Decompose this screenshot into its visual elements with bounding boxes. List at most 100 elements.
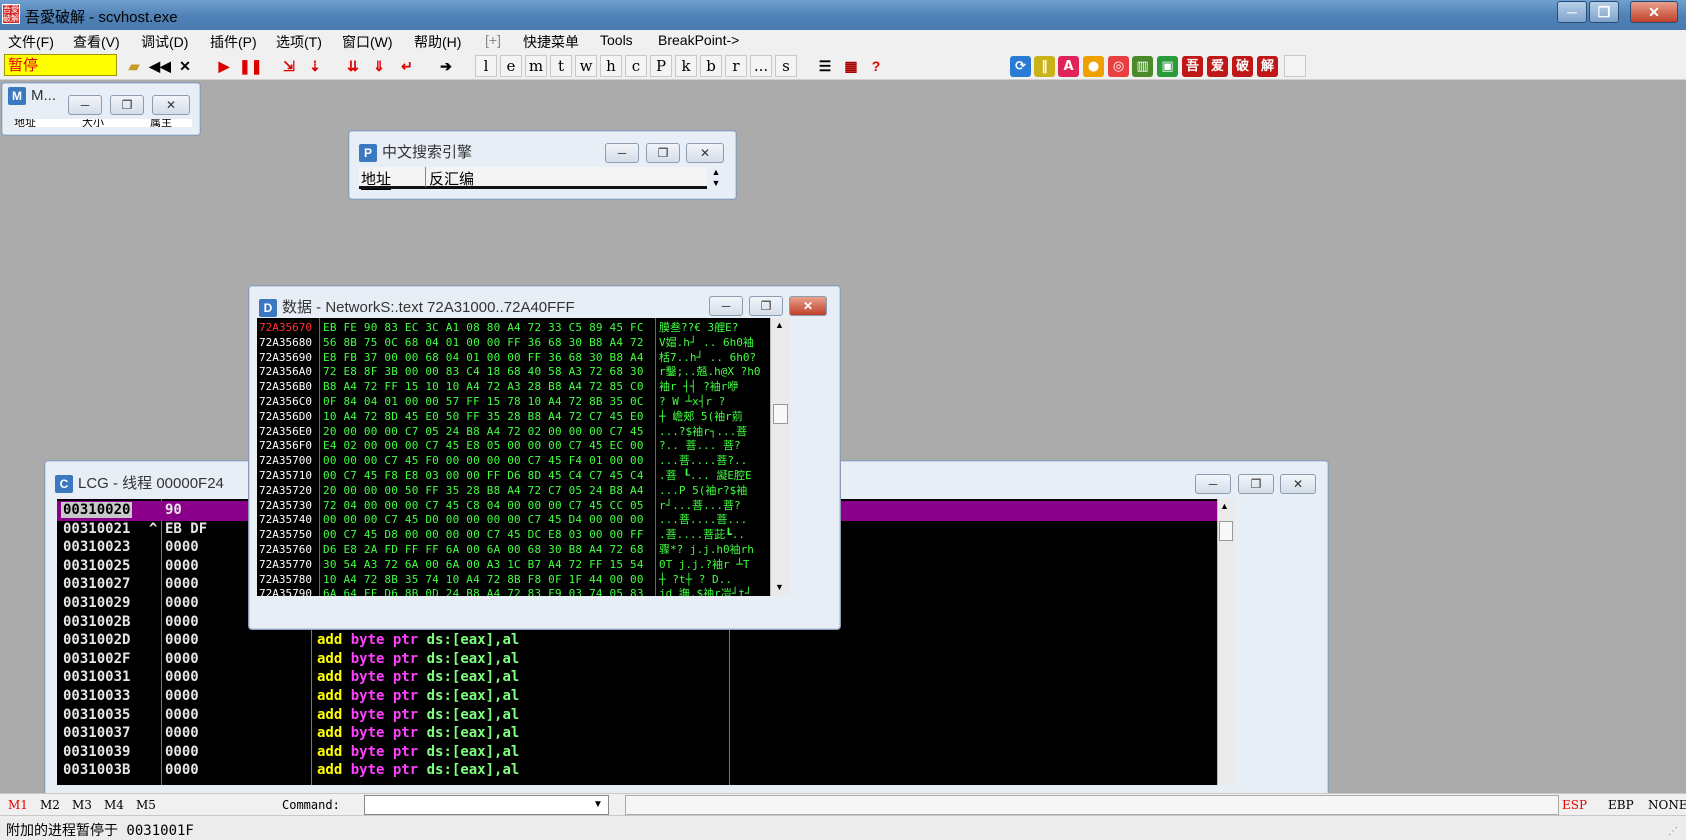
cpu-scrollbar[interactable]: ▲ bbox=[1217, 499, 1235, 785]
dump-row[interactable]: 72A35730 72 04 00 00 00 C7 45 C8 04 00 00… bbox=[257, 498, 770, 513]
search-close-button[interactable]: ✕ bbox=[686, 143, 724, 163]
close-process-icon[interactable]: ✕ bbox=[174, 55, 196, 77]
run-icon[interactable]: ▶ bbox=[213, 55, 235, 77]
toolbar-executables-button[interactable]: e bbox=[500, 55, 522, 77]
toolbar-source-button[interactable]: s bbox=[775, 55, 797, 77]
disassembly-row[interactable]: 0031002F 0000 add byte ptr ds:[eax],al bbox=[57, 650, 1217, 670]
toolbar-blank-button[interactable] bbox=[1284, 55, 1306, 77]
dump-row[interactable]: 72A35710 00 C7 45 F8 E8 03 00 00 FF D6 8D… bbox=[257, 468, 770, 483]
dump-row[interactable]: 72A35750 00 C7 45 D8 00 00 00 00 C7 45 DC… bbox=[257, 527, 770, 542]
rewind-icon[interactable]: ◀◀ bbox=[149, 55, 171, 77]
target-icon[interactable]: ◎ bbox=[1108, 56, 1129, 77]
toolbar-memory-button[interactable]: m bbox=[525, 55, 547, 77]
ai-icon[interactable]: 爱 bbox=[1207, 56, 1228, 77]
menu-plugins[interactable]: 插件(P) bbox=[210, 32, 257, 52]
toolbar-windows-button[interactable]: w bbox=[575, 55, 597, 77]
disassembly-row[interactable]: 00310037 0000 add byte ptr ds:[eax],al bbox=[57, 724, 1217, 744]
wu-icon[interactable]: 吾 bbox=[1182, 56, 1203, 77]
memory-minimize-button[interactable]: ─ bbox=[68, 95, 102, 115]
menu-file[interactable]: 文件(F) bbox=[8, 32, 54, 52]
toolbar-references-button[interactable]: r bbox=[725, 55, 747, 77]
menu-shortcuts[interactable]: 快捷菜单 bbox=[523, 32, 579, 52]
menu-debug[interactable]: 调试(D) bbox=[141, 32, 188, 52]
disassembly-row[interactable]: 0031003B 0000 add byte ptr ds:[eax],al bbox=[57, 761, 1217, 781]
dump-row[interactable]: 72A356D0 10 A4 72 8D 45 E0 50 FF 35 28 B8… bbox=[257, 409, 770, 424]
window-icon[interactable]: ▣ bbox=[1157, 56, 1178, 77]
memory-window[interactable]: M M... ─ ❐ ✕ 地址 大小 属主 bbox=[1, 82, 201, 136]
scroll-down-icon[interactable]: ▼ bbox=[775, 582, 784, 592]
open-file-icon[interactable]: ▰ bbox=[123, 55, 145, 77]
dump-window[interactable]: D 数据 - NetworkS:.text 72A31000..72A40FFF … bbox=[248, 285, 841, 630]
dump-row[interactable]: 72A35690 E8 FB 37 00 00 68 04 01 00 00 FF… bbox=[257, 350, 770, 365]
menu-breakpoint[interactable]: BreakPoint-> bbox=[658, 32, 739, 48]
disassembly-row[interactable]: 00310031 0000 add byte ptr ds:[eax],al bbox=[57, 668, 1217, 688]
step-over-icon[interactable]: ⇣ bbox=[304, 55, 326, 77]
memory-maximize-button[interactable]: ❐ bbox=[110, 95, 144, 115]
step-into-icon[interactable]: ⇲ bbox=[278, 55, 300, 77]
goto-icon[interactable]: ➔ bbox=[435, 55, 457, 77]
refresh-icon[interactable]: ⟳ bbox=[1010, 56, 1031, 77]
resize-grip-icon[interactable]: ⋰ bbox=[1668, 826, 1678, 837]
pause-plugin-icon[interactable]: ‖ bbox=[1034, 56, 1055, 77]
letter-a-icon[interactable]: A bbox=[1058, 56, 1079, 77]
memory-close-button[interactable]: ✕ bbox=[152, 95, 190, 115]
dump-row[interactable]: 72A35680 56 8B 75 0C 68 04 01 00 00 FF 36… bbox=[257, 335, 770, 350]
execute-till-return-icon[interactable]: ↵ bbox=[396, 55, 418, 77]
menu-window[interactable]: 窗口(W) bbox=[342, 32, 393, 52]
dump-row[interactable]: 72A35780 10 A4 72 8B 35 74 10 A4 72 8B F8… bbox=[257, 572, 770, 587]
trace-into-icon[interactable]: ⇊ bbox=[342, 55, 364, 77]
jie-icon[interactable]: 解 bbox=[1257, 56, 1278, 77]
search-maximize-button[interactable]: ❐ bbox=[646, 143, 680, 163]
close-button[interactable]: ✕ bbox=[1630, 1, 1678, 23]
record-icon[interactable]: ● bbox=[1083, 56, 1104, 77]
toolbar-cpu-button[interactable]: c bbox=[625, 55, 647, 77]
minimize-button[interactable]: ─ bbox=[1557, 1, 1587, 23]
toolbar-handles-button[interactable]: h bbox=[600, 55, 622, 77]
disassembly-row[interactable]: 00310035 0000 add byte ptr ds:[eax],al bbox=[57, 706, 1217, 726]
toolbar-run-trace-button[interactable]: ... bbox=[750, 55, 772, 77]
menu-options[interactable]: 选项(T) bbox=[276, 32, 322, 52]
po-icon[interactable]: 破 bbox=[1232, 56, 1253, 77]
menu-tools[interactable]: Tools bbox=[600, 32, 633, 48]
list-icon[interactable]: ☰ bbox=[814, 55, 836, 77]
dump-minimize-button[interactable]: ─ bbox=[709, 296, 743, 316]
m1-tab[interactable]: M1 bbox=[8, 798, 28, 812]
toolbar-breakpoints-button[interactable]: b bbox=[700, 55, 722, 77]
dump-row[interactable]: 72A35670 EB FE 90 83 EC 3C A1 08 80 A4 72… bbox=[257, 320, 770, 335]
m3-tab[interactable]: M3 bbox=[72, 798, 92, 812]
toolbar-threads-button[interactable]: t bbox=[550, 55, 572, 77]
dump-row[interactable]: 72A35740 00 00 00 C7 45 D0 00 00 00 00 C7… bbox=[257, 512, 770, 527]
command-input[interactable] bbox=[364, 795, 609, 815]
menu-view[interactable]: 查看(V) bbox=[73, 32, 120, 52]
cpu-close-button[interactable]: ✕ bbox=[1280, 474, 1316, 494]
cpu-scroll-thumb[interactable] bbox=[1219, 521, 1233, 541]
dump-maximize-button[interactable]: ❐ bbox=[749, 296, 783, 316]
cpu-maximize-button[interactable]: ❐ bbox=[1238, 474, 1274, 494]
pause-icon[interactable]: ❚❚ bbox=[239, 55, 262, 77]
dump-row[interactable]: 72A35700 00 00 00 C7 45 F0 00 00 00 00 C7… bbox=[257, 453, 770, 468]
dump-row[interactable]: 72A35720 20 00 00 00 50 FF 35 28 B8 A4 72… bbox=[257, 483, 770, 498]
m5-tab[interactable]: M5 bbox=[136, 798, 156, 812]
help-icon[interactable]: ? bbox=[865, 55, 887, 77]
toolbar-patches-button[interactable]: P bbox=[650, 55, 672, 77]
dump-scroll-thumb[interactable] bbox=[773, 404, 788, 424]
maximize-button[interactable]: ❐ bbox=[1589, 1, 1619, 23]
dump-row[interactable]: 72A356A0 72 E8 8F 3B 00 00 83 C4 18 68 40… bbox=[257, 364, 770, 379]
trace-over-icon[interactable]: ⇓ bbox=[368, 55, 390, 77]
settings-grid-icon[interactable]: ▦ bbox=[840, 55, 862, 77]
dump-row[interactable]: 72A356B0 B8 A4 72 FF 15 10 10 A4 72 A3 28… bbox=[257, 379, 770, 394]
m4-tab[interactable]: M4 bbox=[104, 798, 124, 812]
toolbar-callstack-button[interactable]: k bbox=[675, 55, 697, 77]
hex-dump-pane[interactable]: 72A35670 EB FE 90 83 EC 3C A1 08 80 A4 72… bbox=[257, 318, 770, 596]
menu-plus[interactable]: [+] bbox=[485, 32, 501, 48]
menu-help[interactable]: 帮助(H) bbox=[414, 32, 461, 52]
dump-row[interactable]: 72A356F0 E4 02 00 00 00 C7 45 E8 05 00 00… bbox=[257, 438, 770, 453]
dump-row[interactable]: 72A356C0 0F 84 04 01 00 00 57 FF 15 78 10… bbox=[257, 394, 770, 409]
search-minimize-button[interactable]: ─ bbox=[605, 143, 639, 163]
dump-close-button[interactable]: ✕ bbox=[789, 296, 827, 316]
scroll-up-icon[interactable]: ▲ bbox=[775, 320, 784, 330]
none-label[interactable]: NONE bbox=[1648, 798, 1686, 812]
chart-icon[interactable]: ▥ bbox=[1132, 56, 1153, 77]
esp-label[interactable]: ESP bbox=[1562, 798, 1587, 812]
search-scroll-arrows[interactable]: ▲ ▼ bbox=[709, 167, 723, 189]
